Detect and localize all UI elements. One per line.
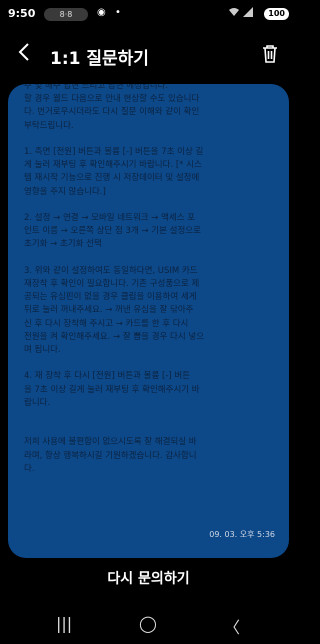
message-line: 랍니다. — [24, 397, 51, 408]
retry-inquiry-button[interactable]: 다시 문의하기 — [0, 568, 297, 588]
delete-button[interactable] — [261, 44, 279, 64]
message-line: 라며, 항상 행복하시길 기원하겠습니다. 감사합니 — [24, 450, 197, 461]
status-time: 9:50 — [8, 7, 36, 20]
message-text: 주 및 해주 답변 드리고 답변 에정입니다. 할 경우 웰드 다음으로 안내 현… — [24, 84, 274, 476]
message-line: 4. 재 장착 후 다시 [전원] 버튼과 볼륨 [-] 버튼 — [24, 371, 191, 382]
trash-icon — [263, 45, 277, 63]
message-bubble: 주 및 해주 답변 드리고 답변 에정입니다. 할 경우 웰드 다음으로 안내 현… — [8, 84, 289, 558]
message-line — [24, 410, 274, 423]
wifi-icon — [228, 7, 240, 20]
home-icon[interactable]: ◯ — [139, 614, 157, 633]
message-line: 저희 사용에 불편함이 없으시도록 잘 해결되실 바 — [24, 437, 197, 448]
message-line: 3. 위와 같이 설정하여도 동일하다면, USIM 카드 — [24, 265, 198, 276]
battery-indicator: 100 — [264, 8, 289, 20]
status-bar: 9:50 8·8 ◉ • 100 — [0, 0, 297, 28]
message-timestamp: 09. 03. 오후 5:36 — [209, 530, 275, 539]
message-line: 부탁드립니다. — [24, 120, 74, 131]
pinterest-icon: ◉ — [97, 7, 106, 18]
message-line: 할 경우 웰드 다음으로 안내 현상할 수도 있습니다 — [24, 94, 200, 105]
message-line: 인트 이름 → 오른쪽 상단 점 3개 → 기본 설정으로 — [24, 226, 201, 237]
message-line: 게 눌러 재부팅 후 확인해주시기 바랍니다. [* 시스 — [24, 160, 202, 171]
chevron-left-icon — [18, 43, 29, 61]
message-line: 전원을 켜 확인해주세요. → 잘 뽑을 경우 다시 넣으 — [24, 331, 205, 342]
message-line: 을 7초 이상 길게 눌러 재부팅 후 확인해주시기 바 — [24, 384, 200, 395]
message-line: 신 후 다시 장착해 주시고 → 카드를 한 후 다시 — [24, 318, 189, 329]
message-line: 1. 측면 [전원] 버튼과 볼륨 [-] 버튼을 7초 이상 길 — [24, 147, 204, 158]
message-line — [24, 133, 274, 146]
app-header: 1:1 질문하기 — [0, 36, 297, 76]
message-line: 다. — [24, 463, 35, 474]
message-line — [24, 357, 274, 370]
message-line — [24, 423, 274, 436]
back-nav-icon[interactable]: 〈 — [224, 614, 240, 638]
back-button[interactable] — [18, 42, 30, 67]
message-line — [24, 252, 274, 265]
message-line: 초기화 → 초기화 선택 — [24, 239, 102, 250]
recents-icon[interactable]: ||| — [56, 614, 72, 633]
message-line: 다. 번거로우시더라도 다시 질문 이해와 같이 확인 — [24, 107, 200, 118]
message-line: 재장착 후 확인이 필요합니다. 기존 구성품으로 제 — [24, 279, 200, 290]
message-line: 템 재시작 기능으로 진행 시 저장데이터 및 설정에 — [24, 173, 200, 184]
system-nav-bar: ||| ◯ 〈 — [0, 608, 297, 644]
message-line: 공되는 유심핀이 없을 경우 클립을 이용하여 세게 — [24, 292, 197, 303]
notification-pill: 8·8 — [44, 8, 88, 21]
dot-icon: • — [115, 7, 121, 18]
message-line: 2. 설정 → 연결 → 모바일 네트워크 → 액세스 포 — [24, 213, 196, 224]
message-line: 뒤로 눌러 꺼내주세요. → 꺼낸 유심을 잘 닦아주 — [24, 305, 194, 316]
page-title: 1:1 질문하기 — [50, 49, 149, 69]
signal-icon — [243, 7, 253, 20]
message-line: 주 및 해주 답변 드리고 답변 에정입니다. — [24, 84, 169, 91]
message-line — [24, 199, 274, 212]
message-line: 영향을 주지 않습니다.] — [24, 186, 106, 197]
message-line: 며 됩니다. — [24, 345, 61, 356]
